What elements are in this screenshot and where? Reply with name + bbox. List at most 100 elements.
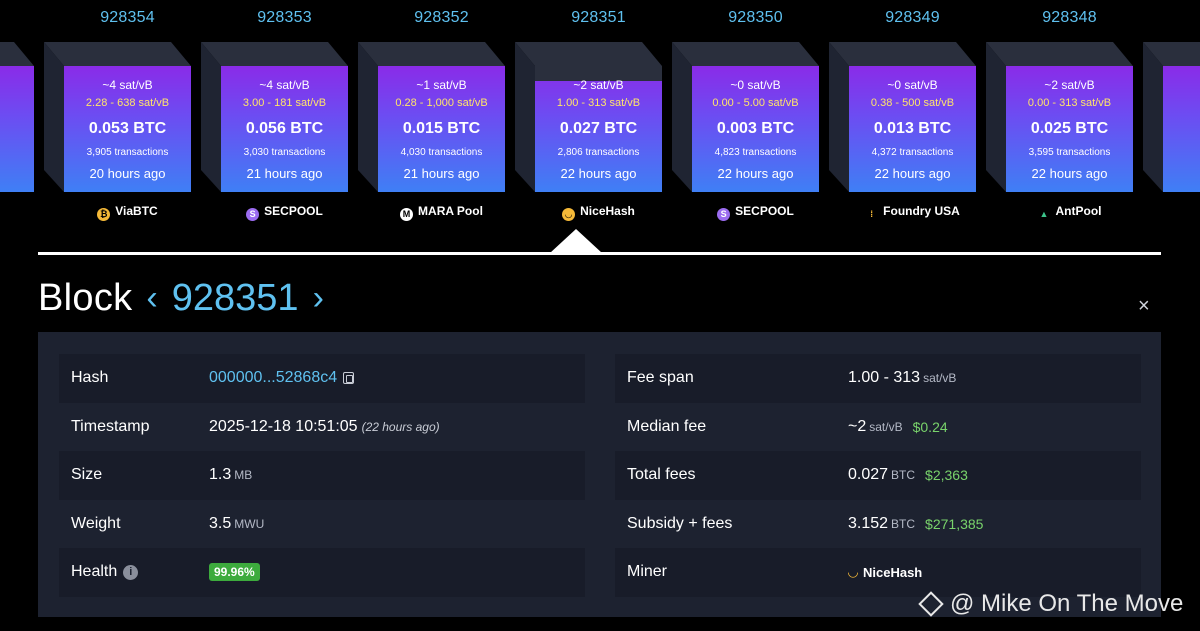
size-label: Size — [71, 466, 103, 484]
block-cube[interactable]: ~2 sat/vB 0.00 - 313 sat/vB 0.025 BTC 3,595… — [986, 42, 1133, 192]
block-median-fee: ~1 sat/vB — [416, 78, 467, 92]
antpool-icon: ▲ — [1039, 209, 1049, 219]
block-pool[interactable]: ⁞Foun — [1143, 204, 1200, 221]
block-total-fees: 0.003 BTC — [716, 120, 795, 137]
cube-side — [829, 42, 849, 192]
block-age: 20 hours ago — [89, 166, 166, 181]
total-fees-label: Total fees — [627, 466, 696, 484]
block-fee-range: 0.00 - 5.00 sat/vB — [712, 97, 799, 109]
fee-span-unit: sat/vB — [923, 371, 957, 386]
fee-span-row: Fee span 1.00 - 313 sat/vB — [615, 354, 1141, 403]
block-height-link[interactable]: 928350 — [692, 9, 819, 27]
block-card[interactable]: ~0 sat/vB 0.00 - 5.00 sat/vB 0.003 BTC 4,82… — [650, 0, 819, 240]
block-info: ~1 s 0.00 - 1 0.018 3,814 tra 22 ho — [1163, 66, 1200, 192]
block-pool-name: SECPOOL — [735, 204, 794, 218]
block-info: ~4 sat/vB 3.00 - 181 sat/vB 0.056 BTC 3,030… — [221, 66, 348, 192]
block-cube[interactable]: ~0 sat/vB 0.38 - 500 sat/vB 0.013 BTC 4,372… — [829, 42, 976, 192]
block-card[interactable]: ~1 s 0.00 - 1 0.018 3,814 tra 22 ho 92834 ⁞Fou… — [1121, 0, 1200, 240]
block-cube[interactable]: ~2 sat/vB 1.00 - 313 sat/vB 0.027 BTC 2,806… — [515, 42, 662, 192]
health-label: Health i — [59, 563, 209, 581]
block-age: 22 hours ago — [1031, 166, 1108, 181]
block-median-fee: ~4 sat/vB — [102, 78, 153, 92]
block-cube[interactable]: ~1 s 0.00 - 1 0.018 3,814 tra 22 ho — [1143, 42, 1200, 192]
block-height-link[interactable]: 928354 — [64, 9, 191, 27]
weight-unit: MWU — [234, 516, 265, 531]
block-info: ~2 sat/vB 0.00 - 313 sat/vB 0.025 BTC 3,595… — [1006, 66, 1133, 192]
block-cube[interactable]: ~4 sat/vB 3.00 - 181 sat/vB 0.056 BTC 3,030… — [201, 42, 348, 192]
cube-face: ~2 sat/vB 1.00 - 313 sat/vB 0.027 BTC 2,806… — [535, 66, 662, 192]
cube-top — [358, 42, 505, 66]
cube-top — [515, 42, 662, 66]
hash-value[interactable]: 000000...52868c4 — [209, 369, 337, 387]
details-left-column: Hash 000000...52868c4 Timestamp 2025-12-… — [59, 354, 585, 597]
block-age: 21 hours ago — [403, 166, 480, 181]
block-card[interactable]: ~2 sat/vB 0.00 - 313 sat/vB 0.025 BTC 3,595… — [964, 0, 1133, 240]
block-card[interactable]: ~4 sat/vB 2.28 - 638 sat/vB 0.053 BTC 3,905… — [22, 0, 191, 240]
block-info: ~2 sat/vB 1.00 - 313 sat/vB 0.027 BTC 2,806… — [535, 66, 662, 192]
block-fee-range: 2.28 - 638 sat/vB — [85, 97, 170, 109]
selected-block-pointer — [550, 229, 602, 253]
block-total-fees: 0.056 BTC — [245, 120, 324, 137]
size-unit: MB — [234, 468, 253, 483]
cube-face: ~1 s 0.00 - 1 0.018 3,814 tra 22 ho — [1163, 66, 1200, 192]
block-cube[interactable]: ~4 sat/vB 2.28 - 638 sat/vB 0.053 BTC 3,905… — [44, 42, 191, 192]
block-median-fee: ~1 s — [1163, 78, 1200, 92]
cube-face: ~1 sat/vB 0.28 - 1,000 sat/vB 0.015 BTC 4,0… — [378, 66, 505, 192]
size-row: Size 1.3 MB — [59, 451, 585, 500]
subsidy-fees-value: 3.152 — [848, 514, 889, 532]
subsidy-fees-usd: $271,385 — [925, 515, 984, 532]
block-fee-range: 0.00 - 1 — [1163, 97, 1200, 109]
block-cube[interactable]: ~0 sat/vB 0.00 - 5.00 sat/vB 0.003 BTC 4,82… — [672, 42, 819, 192]
median-fee-row: Median fee ~2 sat/vB $0.24 — [615, 402, 1141, 451]
block-height-link[interactable]: 928351 — [535, 9, 662, 27]
block-total-fees: 0.013 BTC — [873, 120, 952, 137]
copy-icon[interactable] — [343, 372, 355, 385]
cube-face: ~2 sat/vB 0.00 - 313 sat/vB 0.025 BTC 3,595… — [1006, 66, 1133, 192]
block-age: 22 hours ago — [874, 166, 951, 181]
miner-value[interactable]: NiceHash — [863, 565, 922, 580]
prev-block-arrow-icon[interactable]: ‹ — [146, 276, 157, 320]
block-tx-count: 4,030 transactions — [400, 147, 483, 158]
hash-row: Hash 000000...52868c4 — [59, 354, 585, 403]
block-median-fee: ~4 sat/vB — [259, 78, 310, 92]
miner-label: Miner — [627, 563, 668, 581]
block-number: 928351 — [171, 276, 299, 319]
median-fee-usd: $0.24 — [912, 418, 948, 435]
block-card[interactable] — [0, 0, 34, 240]
timestamp-row: Timestamp 2025-12-18 10:51:05 (22 hours … — [59, 402, 585, 451]
cube-face: ~0 sat/vB 0.38 - 500 sat/vB 0.013 BTC 4,372… — [849, 66, 976, 192]
hash-label: Hash — [71, 369, 109, 387]
nicehash-icon: ◡ — [848, 564, 858, 580]
next-block-arrow-icon[interactable]: › — [313, 276, 324, 320]
size-value: 1.3 — [209, 466, 232, 484]
block-median-fee: ~2 sat/vB — [1044, 78, 1095, 92]
close-icon[interactable]: × — [1138, 296, 1150, 316]
block-pool-name: NiceHash — [580, 204, 635, 218]
block-card[interactable]: ~2 sat/vB 1.00 - 313 sat/vB 0.027 BTC 2,806… — [493, 0, 662, 240]
block-cube[interactable]: ~1 sat/vB 0.28 - 1,000 sat/vB 0.015 BTC 4,0… — [358, 42, 505, 192]
cube-face: ~4 sat/vB 3.00 - 181 sat/vB 0.056 BTC 3,030… — [221, 66, 348, 192]
weight-label: Weight — [71, 514, 121, 532]
block-height-link[interactable]: 92834 — [1163, 9, 1200, 27]
cube-side — [201, 42, 221, 192]
block-info: ~1 sat/vB 0.28 - 1,000 sat/vB 0.015 BTC 4,0… — [378, 66, 505, 192]
cube-top — [672, 42, 819, 66]
block-height-link[interactable]: 928352 — [378, 9, 505, 27]
fee-span-value: 1.00 - 313 — [848, 369, 921, 387]
block-card[interactable]: ~0 sat/vB 0.38 - 500 sat/vB 0.013 BTC 4,372… — [807, 0, 976, 240]
watermark: @ Mike On The Move — [918, 590, 1183, 618]
block-card[interactable]: ~4 sat/vB 3.00 - 181 sat/vB 0.056 BTC 3,030… — [179, 0, 348, 240]
total-fees-value: 0.027 — [848, 466, 889, 484]
block-height-link[interactable]: 928353 — [221, 9, 348, 27]
block-age: 22 hours ago — [560, 166, 637, 181]
block-details-panel: Hash 000000...52868c4 Timestamp 2025-12-… — [38, 332, 1161, 617]
block-height-link[interactable]: 928348 — [1006, 9, 1133, 27]
secpool-icon: S — [246, 208, 260, 221]
block-tx-count: 3,814 tra — [1163, 147, 1200, 158]
block-age: 21 hours ago — [246, 166, 323, 181]
block-card[interactable]: ~1 sat/vB 0.28 - 1,000 sat/vB 0.015 BTC 4,0… — [336, 0, 505, 240]
block-height-link[interactable]: 928349 — [849, 9, 976, 27]
block-fee-range: 0.38 - 500 sat/vB — [870, 97, 955, 109]
block-pool-name: MARA Pool — [418, 204, 483, 218]
info-icon[interactable]: i — [123, 565, 139, 581]
